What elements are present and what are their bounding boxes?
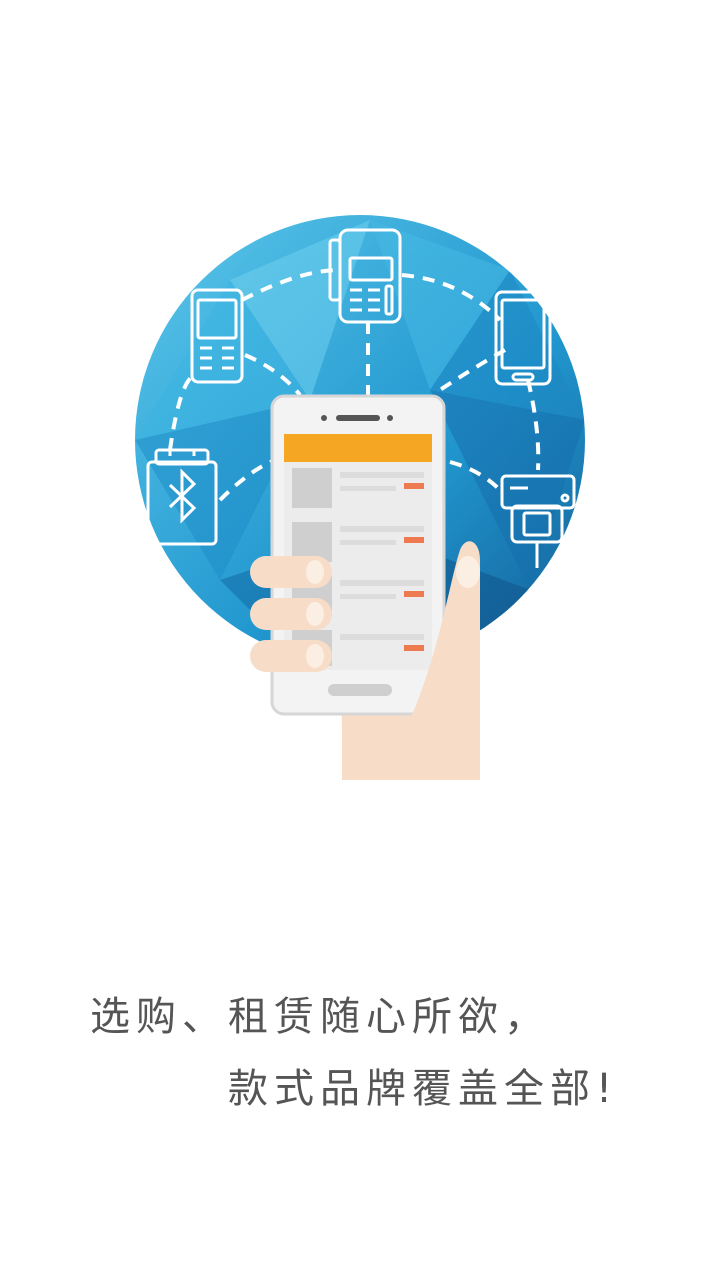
onboarding-illustration: [110, 200, 610, 780]
globe-illustration: [135, 215, 585, 780]
phone-in-hand-icon: [250, 394, 480, 780]
tagline-line-1: 选购、租赁随心所欲，: [90, 994, 550, 1040]
tagline-line-2: 款式品牌覆盖全部!: [228, 1066, 619, 1112]
